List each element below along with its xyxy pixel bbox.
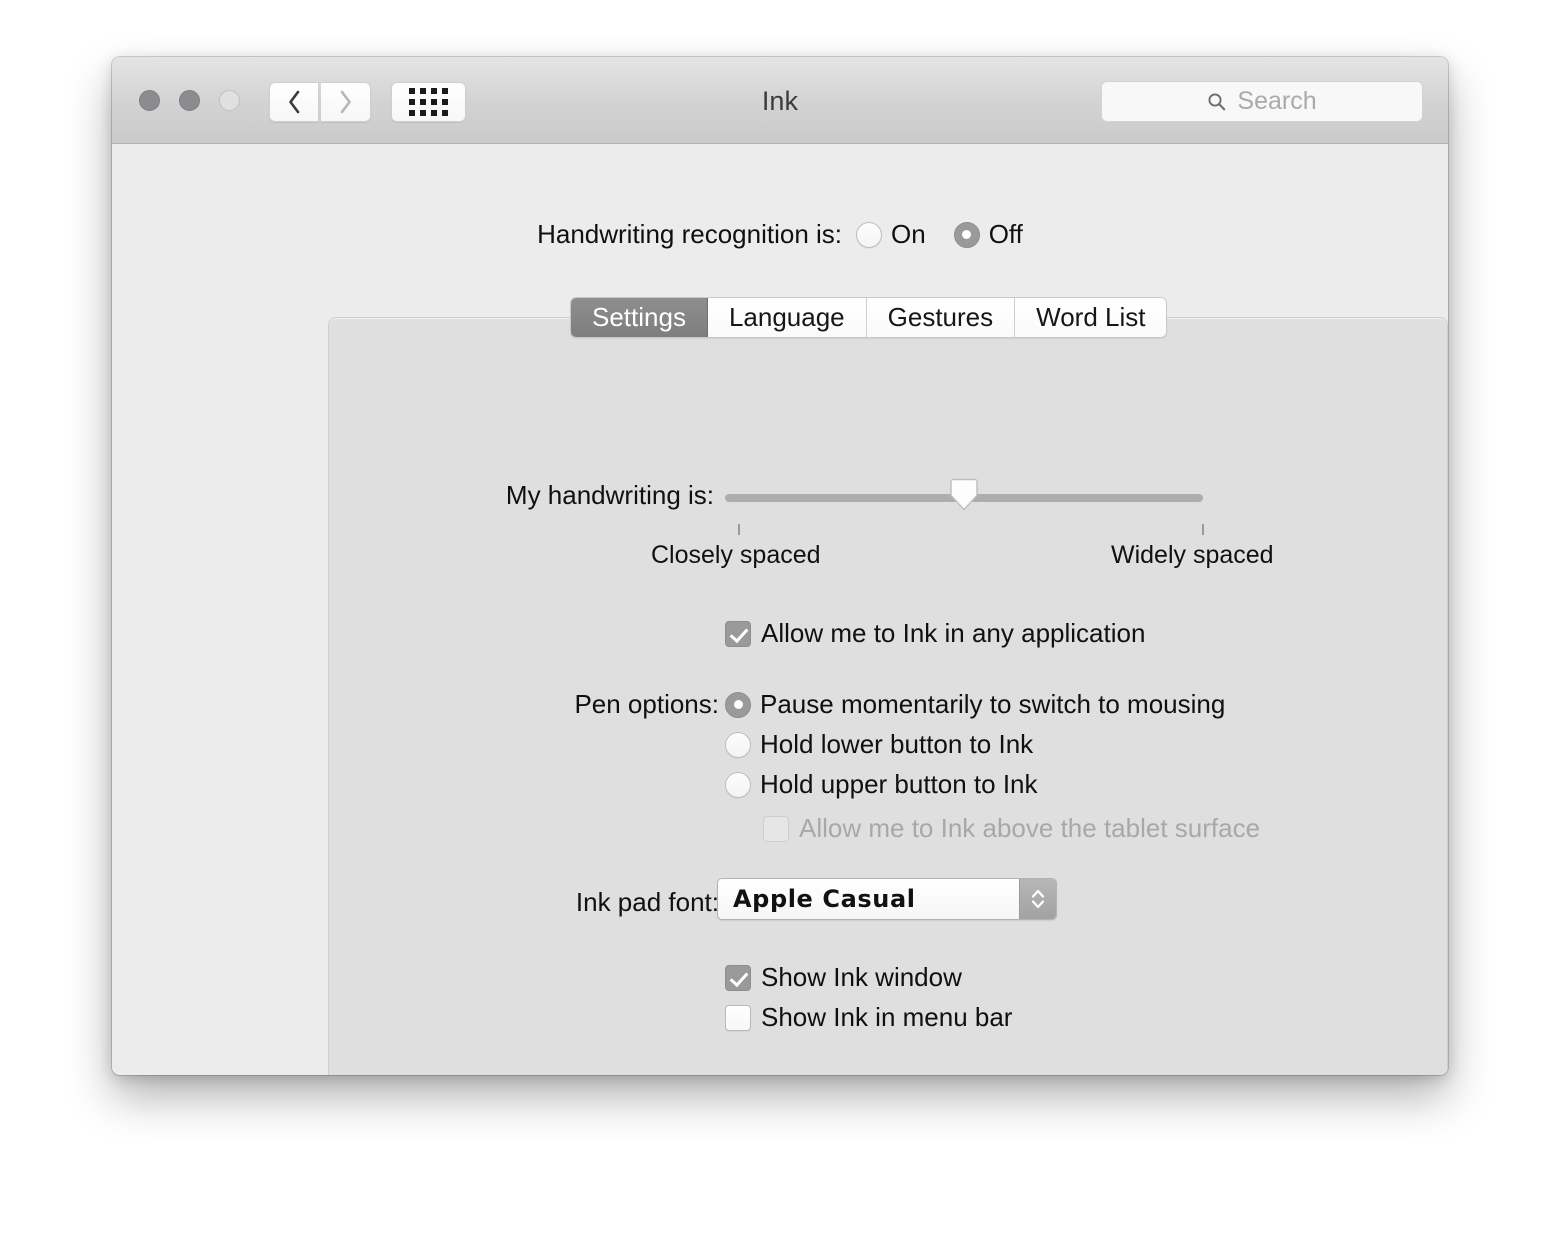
slider-tick-left bbox=[738, 524, 740, 535]
pen-option-upper-radio-icon[interactable] bbox=[725, 771, 751, 798]
window-content: Handwriting recognition is: On Off Setti… bbox=[112, 144, 1448, 1075]
search-input-placeholder: Search bbox=[1237, 87, 1317, 115]
tab-settings[interactable]: Settings bbox=[571, 298, 708, 337]
popup-stepper-chevrons-icon[interactable] bbox=[1019, 879, 1056, 919]
screen: Ink Search Handwriting recognition is: O… bbox=[0, 0, 1560, 1236]
radio-off-icon[interactable] bbox=[953, 221, 980, 248]
tab-language[interactable]: Language bbox=[707, 298, 867, 337]
tab-word-list[interactable]: Word List bbox=[1015, 298, 1167, 337]
pen-options-row-1[interactable]: Pen options: Pause momentarily to switch… bbox=[329, 689, 1447, 720]
allow-ink-above-tablet-row: Allow me to Ink above the tablet surface bbox=[763, 813, 1260, 844]
show-ink-menu-bar-row[interactable]: Show Ink in menu bar bbox=[725, 1002, 1012, 1033]
search-icon bbox=[1208, 93, 1226, 111]
show-ink-window-checkbox[interactable] bbox=[725, 964, 751, 991]
show-ink-window-row[interactable]: Show Ink window bbox=[725, 962, 962, 993]
pen-option-pause-radio-icon[interactable] bbox=[725, 691, 751, 718]
settings-tab-panel: My handwriting is: Closely spaced Widely… bbox=[328, 317, 1448, 1075]
allow-ink-any-application-checkbox[interactable] bbox=[725, 620, 751, 647]
pen-option-pause-label: Pause momentarily to switch to mousing bbox=[760, 689, 1226, 719]
slider-min-label: Closely spaced bbox=[651, 541, 821, 569]
handwriting-spacing-slider-thumb[interactable] bbox=[947, 478, 981, 511]
allow-ink-above-tablet-checkbox bbox=[763, 815, 789, 842]
pen-options-row-2[interactable]: Hold lower button to Ink bbox=[725, 729, 1033, 760]
search-field[interactable]: Search bbox=[1101, 81, 1423, 122]
tab-gestures[interactable]: Gestures bbox=[866, 298, 1016, 337]
ink-preferences-window: Ink Search Handwriting recognition is: O… bbox=[112, 57, 1448, 1075]
allow-ink-above-tablet-label: Allow me to Ink above the tablet surface bbox=[799, 813, 1261, 843]
ink-pad-font-label: Ink pad font: bbox=[575, 887, 719, 917]
pen-options-row-3[interactable]: Hold upper button to Ink bbox=[725, 769, 1038, 800]
handwriting-spacing-slider-row: My handwriting is: Closely spaced Widely… bbox=[329, 478, 1447, 569]
recognition-on-label: On bbox=[891, 219, 926, 249]
tab-bar: Settings Language Gestures Word List bbox=[570, 297, 1168, 338]
handwriting-recognition-row: Handwriting recognition is: On Off bbox=[112, 219, 1448, 250]
pen-option-upper-label: Hold upper button to Ink bbox=[760, 769, 1038, 799]
recognition-off-option[interactable]: Off bbox=[953, 219, 1023, 250]
allow-ink-any-application-label: Allow me to Ink in any application bbox=[761, 618, 1146, 648]
slider-tick-right bbox=[1202, 524, 1204, 535]
slider-thumb-icon bbox=[950, 478, 978, 511]
window-titlebar: Ink Search bbox=[112, 57, 1448, 144]
handwriting-spacing-label: My handwriting is: bbox=[505, 480, 714, 510]
show-ink-window-label: Show Ink window bbox=[761, 962, 962, 992]
pen-option-lower-label: Hold lower button to Ink bbox=[760, 729, 1034, 759]
ink-pad-font-value: Apple Casual bbox=[733, 885, 916, 913]
pen-options-label: Pen options: bbox=[574, 689, 719, 719]
pen-option-lower-radio-icon[interactable] bbox=[725, 731, 751, 758]
show-ink-menu-bar-checkbox[interactable] bbox=[725, 1004, 751, 1031]
recognition-off-label: Off bbox=[988, 219, 1023, 249]
ink-pad-font-popup-button[interactable]: Apple Casual bbox=[717, 878, 1057, 920]
allow-ink-any-application-row[interactable]: Allow me to Ink in any application bbox=[725, 618, 1145, 649]
handwriting-recognition-label: Handwriting recognition is: bbox=[537, 219, 843, 249]
show-ink-menu-bar-label: Show Ink in menu bar bbox=[761, 1002, 1013, 1032]
radio-on-icon[interactable] bbox=[856, 221, 883, 248]
slider-max-label: Widely spaced bbox=[1111, 541, 1274, 569]
recognition-on-option[interactable]: On bbox=[856, 219, 926, 250]
